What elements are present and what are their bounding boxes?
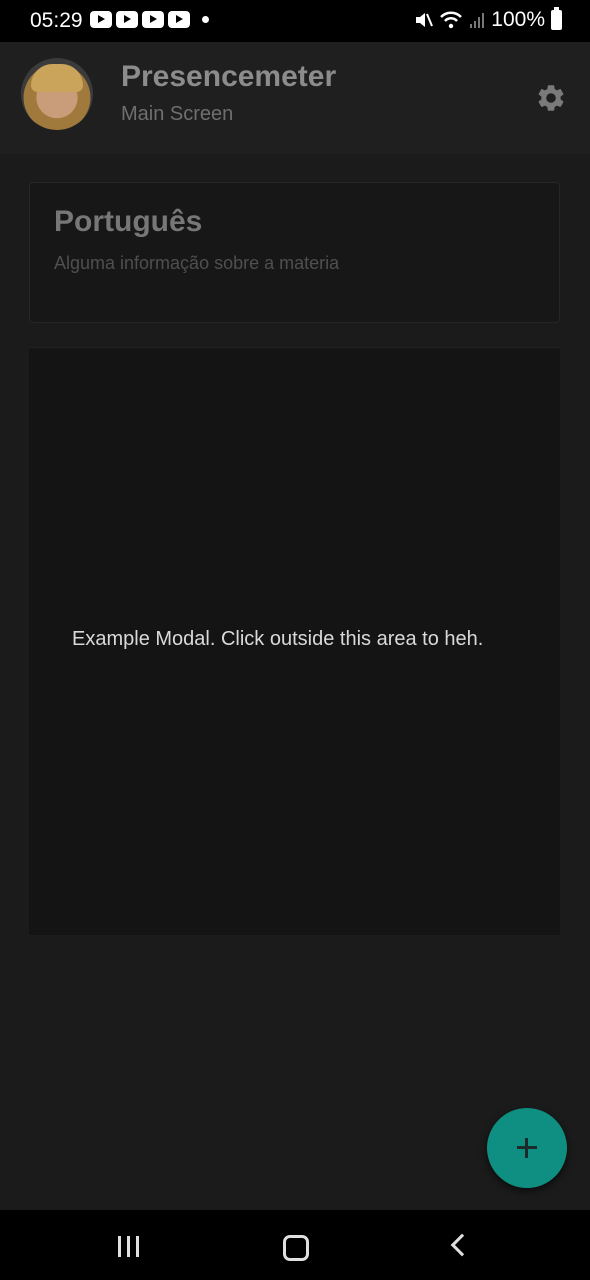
navigation-bar: [0, 1210, 590, 1280]
app-title: Presencemeter: [121, 60, 337, 93]
youtube-icon: [168, 11, 190, 28]
signal-icon: [470, 13, 485, 28]
app-header: Presencemeter Main Screen: [0, 42, 590, 154]
avatar[interactable]: [21, 58, 93, 130]
modal-message: Example Modal. Click outside this area t…: [72, 628, 484, 650]
subject-title: Português: [54, 205, 203, 238]
battery-percent: 100%: [491, 8, 545, 31]
system-status: 100%: [413, 7, 562, 32]
add-button[interactable]: [487, 1108, 567, 1188]
gear-icon[interactable]: [535, 82, 567, 114]
subject-info: Alguma informação sobre a materia: [54, 253, 340, 273]
back-button[interactable]: [450, 1233, 474, 1257]
mute-icon: [416, 13, 434, 27]
battery-icon: [551, 7, 562, 30]
status-bar: 05:29 100%: [0, 0, 590, 42]
more-notifications-dot: [202, 16, 209, 23]
youtube-icon: [116, 11, 138, 28]
app-subtitle: Main Screen: [121, 103, 234, 125]
youtube-icon: [90, 11, 112, 28]
notification-icons: [90, 11, 209, 28]
subject-card[interactable]: Português Alguma informação sobre a mate…: [29, 182, 560, 323]
wifi-icon: [440, 11, 463, 29]
recent-apps-button[interactable]: [118, 1236, 139, 1257]
youtube-icon: [142, 11, 164, 28]
home-button[interactable]: [283, 1235, 309, 1261]
example-modal[interactable]: Example Modal. Click outside this area t…: [29, 347, 560, 935]
status-time: 05:29: [30, 9, 83, 32]
